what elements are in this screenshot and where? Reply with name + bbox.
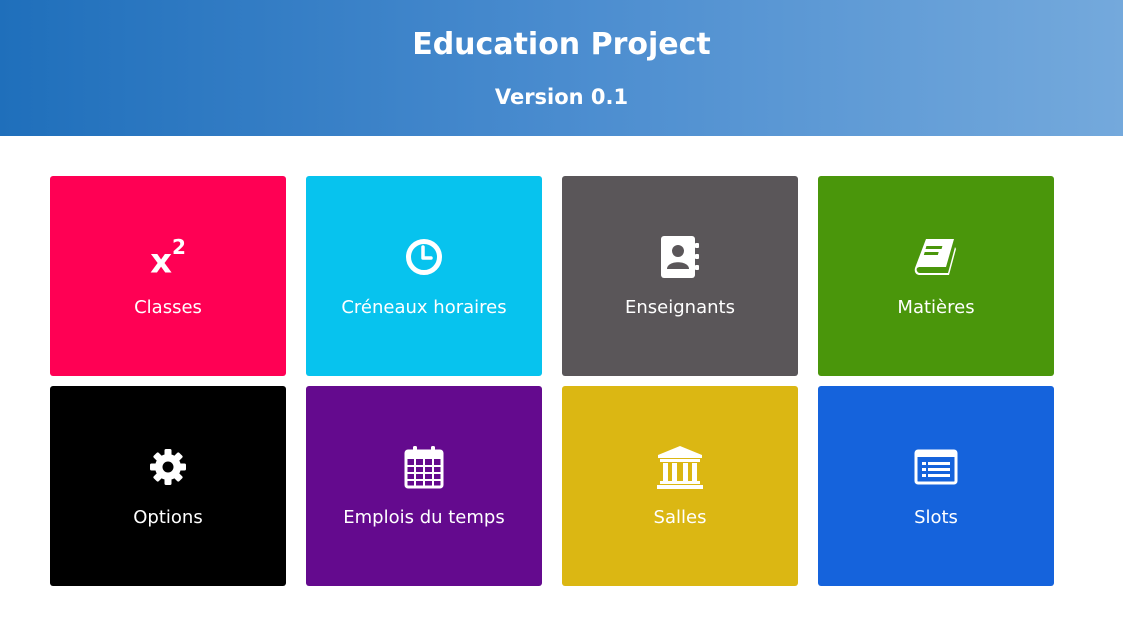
gear-icon xyxy=(50,445,286,489)
tile-label: Slots xyxy=(914,507,958,528)
tile-enseignants[interactable]: Enseignants xyxy=(562,176,798,376)
book-icon xyxy=(818,235,1054,279)
list-icon xyxy=(818,445,1054,489)
tile-label: Créneaux horaires xyxy=(341,297,507,318)
app-version: Version 0.1 xyxy=(494,85,629,109)
tile-emplois-du-temps[interactable]: Emplois du temps xyxy=(306,386,542,586)
tile-options[interactable]: Options xyxy=(50,386,286,586)
clock-icon xyxy=(306,235,542,279)
bank-icon xyxy=(562,445,798,489)
tile-label: Enseignants xyxy=(625,297,735,318)
tile-label: Salles xyxy=(653,507,707,528)
tile-creneaux-horaires[interactable]: Créneaux horaires xyxy=(306,176,542,376)
tile-salles[interactable]: Salles xyxy=(562,386,798,586)
tile-matieres[interactable]: Matières xyxy=(818,176,1054,376)
tile-label: Options xyxy=(133,507,203,528)
tile-label: Classes xyxy=(134,297,202,318)
superscript-icon: x2 xyxy=(150,234,186,282)
tile-label: Matières xyxy=(897,297,975,318)
app-header: Education Project Version 0.1 xyxy=(0,0,1123,136)
app-title: Education Project xyxy=(412,27,711,62)
calendar-icon xyxy=(306,445,542,489)
tile-classes[interactable]: x2 Classes xyxy=(50,176,286,376)
tile-slots[interactable]: Slots xyxy=(818,386,1054,586)
tile-label: Emplois du temps xyxy=(343,507,505,528)
address-book-icon xyxy=(562,235,798,279)
